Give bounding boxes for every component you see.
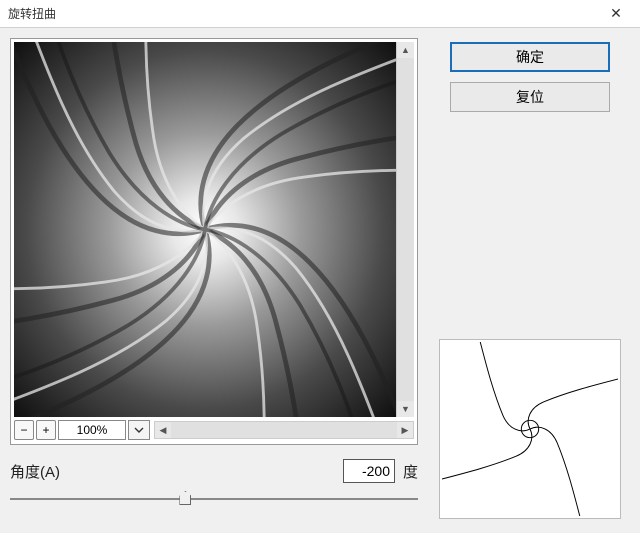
preview-image[interactable] <box>14 42 396 417</box>
preview-frame: ▲ ▼ − + 100% ◀ <box>10 38 418 445</box>
angle-slider[interactable] <box>10 489 418 509</box>
scroll-track[interactable] <box>171 422 397 438</box>
title-bar: 旋转扭曲 ✕ <box>0 0 640 28</box>
scroll-up-icon[interactable]: ▲ <box>397 42 414 58</box>
zoom-out-button[interactable]: − <box>14 420 34 440</box>
horizontal-scrollbar[interactable]: ◀ ▶ <box>154 421 414 439</box>
scroll-left-icon[interactable]: ◀ <box>155 422 171 438</box>
minus-icon: − <box>20 423 27 437</box>
close-icon: ✕ <box>610 5 622 22</box>
ok-button-label: 确定 <box>516 47 544 67</box>
reset-button[interactable]: 复位 <box>450 82 610 112</box>
dialog-content: ▲ ▼ − + 100% ◀ <box>0 28 640 533</box>
scroll-right-icon[interactable]: ▶ <box>397 422 413 438</box>
slider-thumb[interactable] <box>179 491 191 505</box>
ok-button[interactable]: 确定 <box>450 42 610 72</box>
angle-row: 角度(A) 度 <box>10 459 418 483</box>
chevron-down-icon <box>134 427 144 433</box>
plus-icon: + <box>42 423 49 437</box>
vertical-scrollbar[interactable]: ▲ ▼ <box>396 42 414 417</box>
wireframe-preview <box>439 339 621 519</box>
right-panel: 确定 复位 <box>430 38 630 523</box>
scroll-track[interactable] <box>397 58 414 401</box>
left-panel: ▲ ▼ − + 100% ◀ <box>10 38 418 523</box>
close-button[interactable]: ✕ <box>600 0 632 27</box>
angle-label: 角度(A) <box>10 461 335 482</box>
dialog-title: 旋转扭曲 <box>8 5 56 22</box>
scroll-down-icon[interactable]: ▼ <box>397 401 414 417</box>
slider-track <box>10 498 418 500</box>
reset-button-label: 复位 <box>516 87 544 107</box>
angle-input[interactable] <box>343 459 395 483</box>
angle-unit: 度 <box>403 461 418 482</box>
zoom-controls: − + 100% ◀ ▶ <box>14 419 414 441</box>
zoom-value[interactable]: 100% <box>58 420 126 440</box>
zoom-in-button[interactable]: + <box>36 420 56 440</box>
zoom-dropdown-button[interactable] <box>128 420 150 440</box>
